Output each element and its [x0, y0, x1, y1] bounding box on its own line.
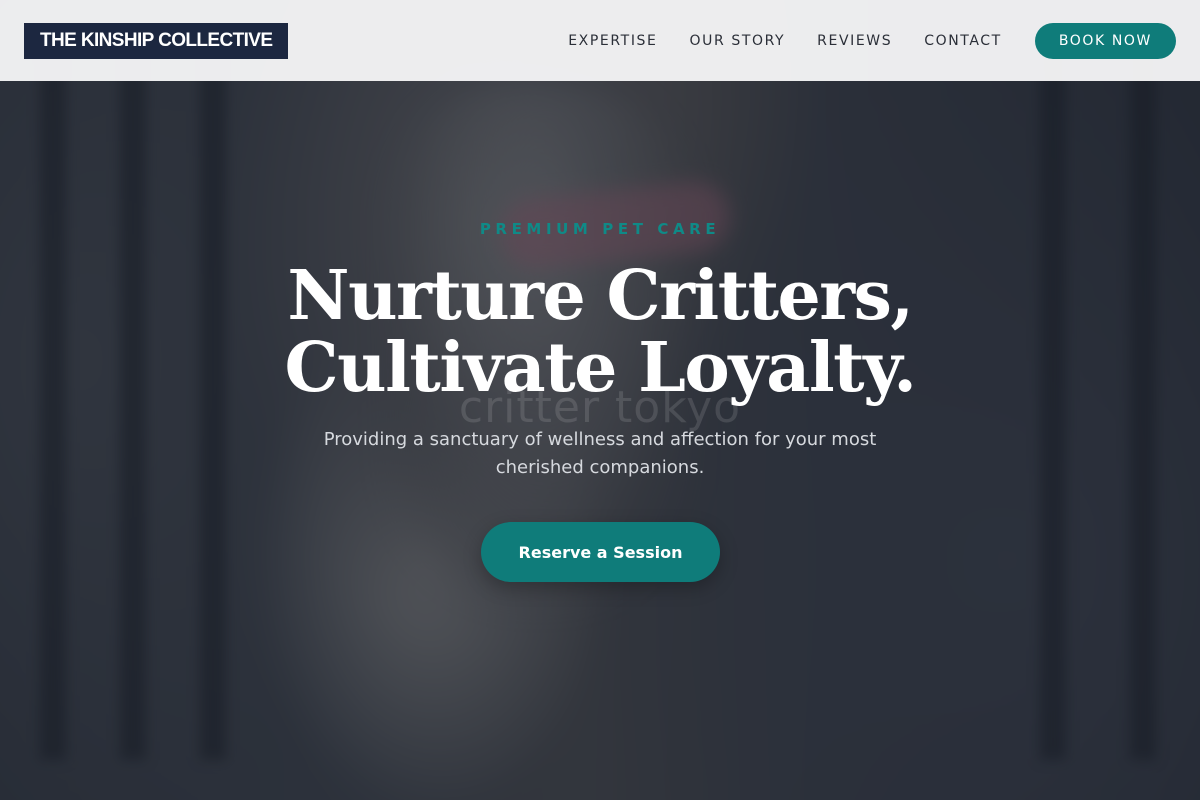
headline-line-1: Nurture Critters,	[287, 256, 914, 336]
hero-eyebrow: PREMIUM PET CARE	[479, 220, 721, 238]
hero-subtitle: Providing a sanctuary of wellness and af…	[323, 429, 877, 478]
hero-content: PREMIUM PET CARE Nurture Critters, Culti…	[0, 0, 1200, 800]
reserve-session-button[interactable]: Reserve a Session	[481, 522, 720, 582]
hero-headline: Nurture Critters, Cultivate Loyalty.	[0, 260, 1200, 404]
headline-line-2: Cultivate Loyalty.	[284, 328, 917, 408]
